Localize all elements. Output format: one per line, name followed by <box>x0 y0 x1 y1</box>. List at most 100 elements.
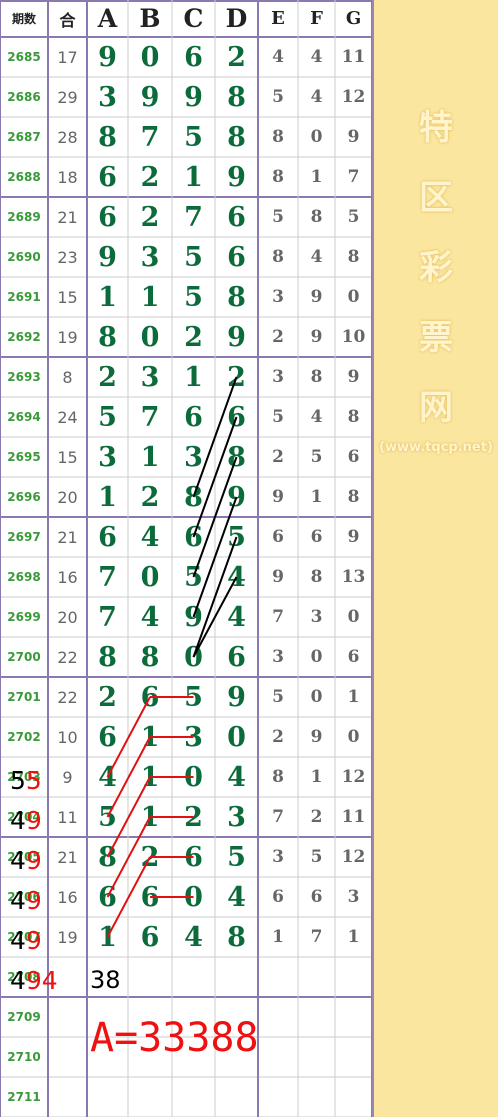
digit-d: 0 <box>227 721 246 753</box>
digit-d: 3 <box>227 801 246 833</box>
digit-c <box>172 1077 215 1117</box>
digit-d: 8 <box>227 121 246 153</box>
digit-d: 4 <box>227 601 246 633</box>
annotation-4-94: 494 <box>10 968 58 993</box>
digit-a: 7 <box>98 601 117 633</box>
value-e: 3 <box>272 367 284 387</box>
annotation-black: 4 <box>10 886 26 915</box>
value-e <box>258 997 298 1037</box>
value-e: 5 <box>272 207 284 227</box>
digit-a: 9 <box>98 41 117 73</box>
digit-c: 2 <box>184 801 203 833</box>
sum-cell: 10 <box>57 727 78 747</box>
digit-d: 6 <box>227 241 246 273</box>
period-cell: 2695 <box>7 450 41 464</box>
annotation-red: 9 <box>25 926 42 955</box>
digit-d: 8 <box>227 281 246 313</box>
digit-a: 8 <box>98 841 117 873</box>
digit-b: 4 <box>140 521 160 553</box>
digit-d: 6 <box>227 401 246 433</box>
value-e: 6 <box>272 527 284 547</box>
header-col-c: C <box>183 4 204 33</box>
annotation-red: 9 <box>25 846 42 875</box>
period-cell: 2701 <box>7 690 41 704</box>
value-f <box>298 957 335 997</box>
digit-b: 1 <box>140 761 160 793</box>
digit-c: 5 <box>184 121 203 153</box>
value-e <box>258 1037 298 1077</box>
value-g: 3 <box>347 887 360 907</box>
value-f: 3 <box>310 607 323 627</box>
digit-d: 6 <box>227 641 246 673</box>
period-cell: 2686 <box>7 90 41 104</box>
header-col-e: E <box>271 8 285 29</box>
value-e: 6 <box>272 887 284 907</box>
digit-d: 2 <box>227 41 246 73</box>
header-col-d: D <box>225 4 248 33</box>
period-cell: 2685 <box>7 50 41 64</box>
value-f: 6 <box>310 527 323 547</box>
digit-b <box>128 957 172 997</box>
sum-cell: 22 <box>57 687 78 707</box>
digit-d: 5 <box>227 521 246 553</box>
value-e: 2 <box>272 727 284 747</box>
watermark-url: (www.tqcp.net) <box>379 440 493 455</box>
annotation-5-5: 55 <box>10 768 42 793</box>
watermark-char: 区 <box>419 178 453 218</box>
digit-c: 5 <box>184 681 203 713</box>
digit-b: 4 <box>140 601 160 633</box>
sum-cell: 15 <box>57 447 78 467</box>
value-g <box>335 957 372 997</box>
header-col-f: F <box>310 8 323 29</box>
value-g: 9 <box>347 127 360 147</box>
period-cell: 2702 <box>7 730 41 744</box>
sum-cell: 21 <box>57 207 78 227</box>
value-g: 8 <box>347 247 360 267</box>
value-f: 9 <box>310 327 323 347</box>
annotation-red: 5 <box>25 766 42 795</box>
value-f: 1 <box>310 167 323 187</box>
watermark-panel: 特 区 彩 票 网 (www.tqcp.net) <box>372 0 498 1117</box>
sum-cell: 19 <box>57 327 78 347</box>
period-cell: 2687 <box>7 130 41 144</box>
value-g: 5 <box>347 207 360 227</box>
sum-cell: 16 <box>57 887 78 907</box>
watermark-char: 票 <box>419 318 453 358</box>
sum-cell: 17 <box>57 47 78 67</box>
value-f: 4 <box>310 47 323 67</box>
value-f: 4 <box>310 87 323 107</box>
sum-cell: 19 <box>57 927 78 947</box>
period-cell: 2700 <box>7 650 41 664</box>
digit-a: 6 <box>98 881 117 913</box>
value-g: 0 <box>347 607 360 627</box>
header-col-b: B <box>139 4 161 33</box>
value-g: 7 <box>347 167 360 187</box>
value-g <box>335 997 372 1037</box>
digit-c: 3 <box>184 441 203 473</box>
digit-b <box>128 1077 172 1117</box>
value-g: 9 <box>347 527 360 547</box>
sum-cell: 29 <box>57 87 78 107</box>
annotation-red: 94 <box>25 966 58 995</box>
period-cell: 2696 <box>7 490 41 504</box>
value-g: 11 <box>341 807 366 827</box>
value-e: 8 <box>272 767 284 787</box>
sum-cell: 23 <box>57 247 78 267</box>
sum-cell: 22 <box>57 647 78 667</box>
annotation-4-9: 49 <box>10 888 42 913</box>
value-f: 5 <box>310 847 323 867</box>
digit-a: 6 <box>98 201 117 233</box>
digit-b: 1 <box>140 801 160 833</box>
digit-c: 5 <box>184 241 203 273</box>
digit-b: 2 <box>140 481 160 513</box>
digit-b: 8 <box>140 641 160 673</box>
digit-b: 3 <box>140 241 160 273</box>
value-g <box>335 1077 372 1117</box>
digit-c: 5 <box>184 281 203 313</box>
sum-cell: 8 <box>62 367 73 387</box>
digit-c: 5 <box>184 561 203 593</box>
lottery-table: 期数合 A B C D E F G 2685 17 9 0 6 2 4 4 11 2686 29 3 9 9 8 5 4 12 26… <box>0 0 372 1117</box>
digit-b: 0 <box>140 41 160 73</box>
digit-d: 2 <box>227 361 246 393</box>
sum-cell: 15 <box>57 287 78 307</box>
